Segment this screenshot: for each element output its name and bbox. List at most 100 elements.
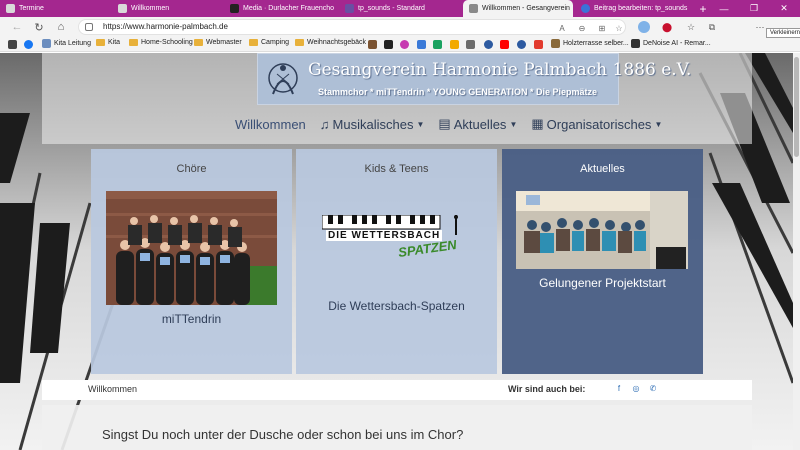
bookmark-label: Weihnachtsgebäck (307, 39, 367, 46)
intro-heading: Singst Du noch unter der Dusche oder sch… (102, 427, 464, 442)
amazon-icon[interactable] (384, 40, 393, 49)
bookmark-site-icon[interactable] (400, 40, 409, 49)
site-logo[interactable]: Gesangverein Harmonie Palmbach 1886 e.V.… (257, 53, 691, 105)
logo-title: Gesangverein Harmonie Palmbach 1886 e.V. (308, 60, 692, 80)
page-icon (118, 4, 127, 13)
bookmark-label: Kita Leitung (54, 40, 91, 47)
bookmark-home-schooling[interactable]: Home-Schooling (129, 39, 193, 46)
card-caption: Gelungener Projektstart (539, 276, 666, 290)
more-menu-icon[interactable]: ⋯ (754, 21, 766, 33)
nav-musikalisches[interactable]: ♫ Musikalisches ▼ (320, 116, 425, 132)
facebook-icon[interactable]: f (614, 383, 624, 393)
collections-icon[interactable]: ⧉ (706, 21, 718, 33)
wordpress-icon (581, 4, 590, 13)
zoom-icon[interactable]: ⊖ (577, 23, 587, 33)
bookmark-label: DeNoise AI - Remar... (643, 40, 711, 47)
bookmark-weihnachtsgebaeck[interactable]: Weihnachtsgebäck (295, 39, 366, 46)
home-icon[interactable]: ⌂ (54, 20, 68, 34)
back-icon[interactable]: ← (10, 20, 24, 34)
page-icon (42, 39, 51, 48)
bookmark-holzterrasse[interactable]: Holzterrasse selber... (551, 39, 629, 48)
breadcrumb[interactable]: Willkommen (88, 384, 137, 394)
whatsapp-icon[interactable]: ✆ (648, 383, 658, 393)
tab-title: Termine (19, 5, 44, 12)
lock-icon[interactable] (85, 23, 93, 31)
site-icon (230, 4, 239, 13)
tooltip: Verkleinern (766, 28, 800, 38)
card-kids-teens[interactable]: Kids & Teens DIE WETTERSBACH SPATZEN Die… (296, 149, 497, 374)
tab-title: Willkommen - Gesangverein (482, 5, 570, 12)
calendar-icon (6, 4, 15, 13)
tab-title: Willkommen (131, 5, 170, 12)
site-header: Gesangverein Harmonie Palmbach 1886 e.V.… (42, 53, 752, 144)
bookmark-site-icon[interactable] (466, 40, 475, 49)
facebook-icon[interactable] (24, 40, 33, 49)
page-scrollbar[interactable] (793, 53, 800, 450)
tab-tp-sounds[interactable]: tp_sounds - Standard (339, 0, 461, 17)
bookmark-camping[interactable]: Camping (249, 39, 289, 46)
choir-photo[interactable] (106, 191, 277, 305)
bookmark-site-icon[interactable] (534, 40, 543, 49)
address-bar[interactable]: https://www.harmonie-palmbach.de A ⊖ ⊞ ☆ (78, 19, 626, 35)
tab-termine[interactable]: Termine (0, 0, 112, 17)
chevron-down-icon: ▼ (509, 119, 518, 129)
document-icon[interactable] (417, 40, 426, 49)
bookmark-site-icon[interactable] (484, 40, 493, 49)
page-icon (631, 39, 640, 48)
bookmark-label: Camping (261, 39, 290, 46)
nav-organisatorisches[interactable]: ▦ Organisatorisches ▼ (531, 116, 662, 132)
breadcrumb-bar: Willkommen Wir sind auch bei: f ◎ ✆ (42, 380, 752, 400)
pinterest-extension-icon[interactable]: ⬤ (661, 21, 673, 33)
apps-grid-icon[interactable] (8, 40, 17, 49)
apps-icon[interactable]: ⊞ (597, 23, 607, 33)
bookmark-kita-leitung[interactable]: Kita Leitung (42, 39, 91, 48)
nav-label: Organisatorisches (546, 116, 652, 132)
folder-icon (194, 39, 203, 46)
refresh-icon[interactable]: ↻ (32, 20, 46, 34)
sheets-icon[interactable] (433, 40, 442, 49)
maximize-button[interactable]: ❐ (740, 0, 768, 17)
folder-icon (249, 39, 258, 46)
favorite-star-icon[interactable]: ☆ (614, 23, 624, 33)
new-tab-button[interactable]: + (696, 0, 710, 17)
page-icon (551, 39, 560, 48)
instagram-icon[interactable]: ◎ (631, 383, 641, 393)
chevron-down-icon: ▼ (654, 119, 663, 129)
bookmarks-bar: Kita Leitung Kita Home-Schooling Webmast… (0, 37, 800, 52)
nav-aktuelles[interactable]: ▤ Aktuelles ▼ (438, 116, 517, 132)
intro-section: Singst Du noch unter der Dusche oder sch… (42, 405, 752, 450)
tab-title: Media · Durlacher Frauencho (243, 5, 335, 12)
newspaper-icon: ▤ (438, 116, 451, 131)
bookmark-label: Kita (108, 39, 121, 46)
wettersbach-spatzen-logo[interactable]: DIE WETTERSBACH SPATZEN (322, 215, 472, 260)
tab-gesangverein-active[interactable]: Willkommen - Gesangverein ✕ (463, 0, 573, 17)
tab-media[interactable]: Media · Durlacher Frauencho (224, 0, 339, 17)
scrollbar-thumb[interactable] (794, 57, 799, 157)
chevron-down-icon: ▼ (416, 119, 425, 129)
card-choere[interactable]: Chöre miTTendrin (91, 149, 292, 374)
bookmark-denoise-ai[interactable]: DeNoise AI - Remar... (631, 39, 711, 48)
bookmark-label: Home-Schooling (141, 39, 193, 46)
bookmark-webmaster[interactable]: Webmaster (194, 39, 242, 46)
card-caption: Die Wettersbach-Spatzen (328, 299, 465, 313)
close-window-button[interactable]: ✕ (770, 0, 798, 17)
tab-beitrag-bearbeiten[interactable]: Beitrag bearbeiten: tp_sounds ✕ (575, 0, 695, 17)
minimize-button[interactable]: — (710, 0, 738, 17)
card-aktuelles[interactable]: Aktuelles Gelungener Projektstart (502, 149, 703, 374)
social-label: Wir sind auch bei: (508, 384, 586, 394)
card-heading: Chöre (176, 163, 207, 175)
favorites-icon[interactable]: ☆ (685, 21, 697, 33)
rehearsal-photo[interactable] (516, 191, 688, 269)
bookmark-site-icon[interactable] (517, 40, 526, 49)
tab-title: tp_sounds - Standard (358, 5, 425, 12)
tab-willkommen[interactable]: Willkommen (112, 0, 224, 17)
bookmark-site-icon[interactable] (368, 40, 377, 49)
nav-willkommen[interactable]: Willkommen (235, 116, 306, 132)
bookmark-kita[interactable]: Kita (96, 39, 120, 46)
lyre-emblem-icon (268, 63, 298, 95)
extension-icon[interactable] (638, 21, 650, 33)
read-aloud-icon[interactable]: A (557, 23, 567, 33)
youtube-icon[interactable] (500, 40, 509, 49)
browser-toolbar: ← ↻ ⌂ https://www.harmonie-palmbach.de A… (0, 17, 800, 51)
bookmark-site-icon[interactable] (450, 40, 459, 49)
